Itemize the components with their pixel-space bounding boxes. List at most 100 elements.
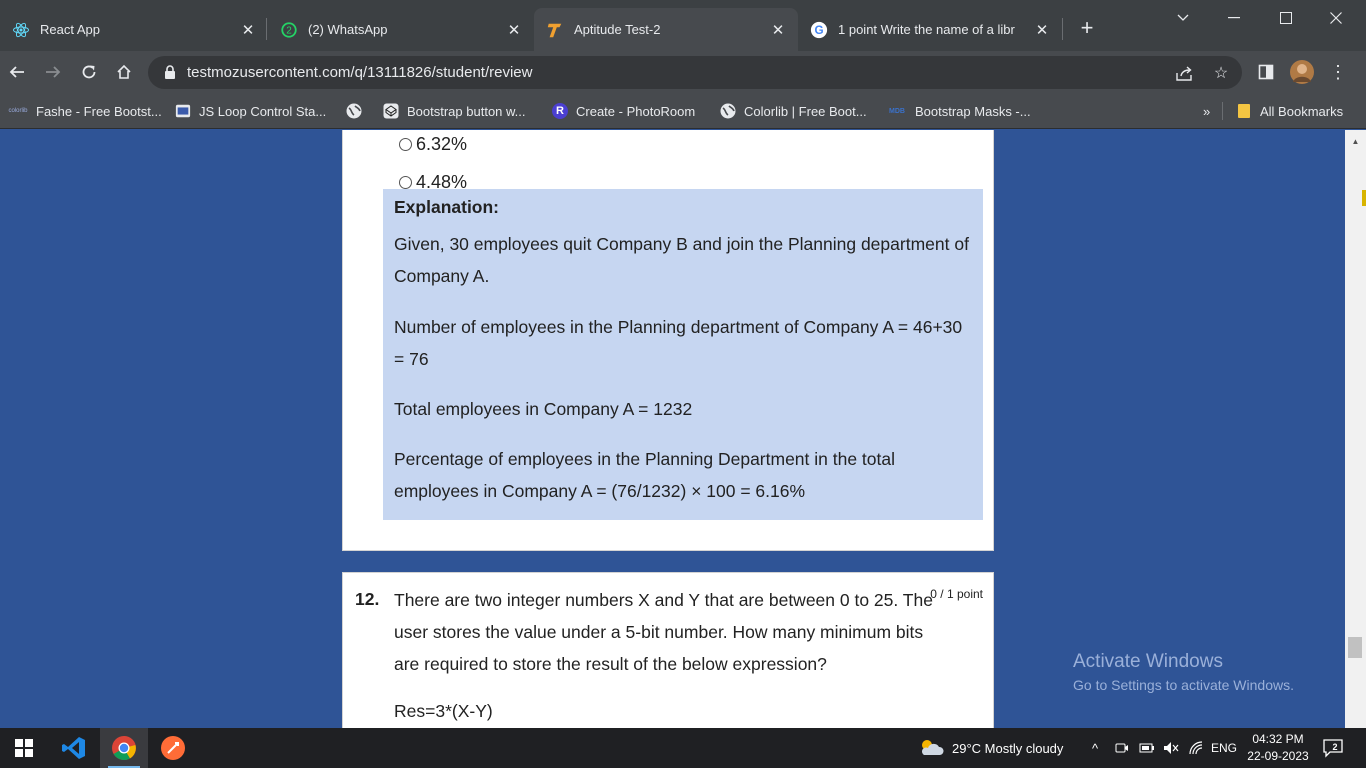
bookmark-fashe[interactable]: colorlib Fashe - Free Bootst...: [8, 102, 162, 120]
tab-whatsapp[interactable]: 2 (2) WhatsApp ✕: [268, 8, 534, 51]
maximize-icon[interactable]: [1266, 4, 1306, 32]
tab-title: (2) WhatsApp: [308, 22, 388, 37]
volume-muted-icon[interactable]: [1163, 728, 1179, 768]
postman-icon[interactable]: [149, 728, 197, 768]
tab-react-app[interactable]: React App ✕: [0, 8, 268, 51]
bookmarks-overflow-button[interactable]: »: [1203, 102, 1210, 120]
explanation-paragraph: Number of employees in the Planning depa…: [394, 317, 963, 369]
all-bookmarks-label: All Bookmarks: [1260, 103, 1344, 119]
activate-windows-title: Activate Windows: [1073, 651, 1223, 672]
chrome-icon[interactable]: [100, 728, 148, 768]
bookmark-label: Colorlib | Free Boot...: [744, 103, 867, 119]
start-button[interactable]: [0, 728, 48, 768]
question-number: 12.: [355, 589, 380, 609]
new-tab-button[interactable]: +: [1075, 15, 1099, 40]
bookmarks-bar: colorlib Fashe - Free Bootst... JS Loop …: [0, 93, 1366, 129]
bookmark-label: JS Loop Control Sta...: [199, 103, 327, 119]
meet-now-icon[interactable]: [1115, 728, 1129, 768]
activate-windows-subtitle: Go to Settings to activate Windows.: [1073, 677, 1294, 693]
bookmark-photoroom[interactable]: R Create - PhotoRoom: [552, 102, 695, 120]
star-icon[interactable]: ☆: [1210, 62, 1232, 84]
share-icon[interactable]: [1174, 62, 1196, 84]
wifi-icon[interactable]: [1188, 728, 1204, 768]
bookmark-label: Bootstrap button w...: [407, 103, 526, 119]
option-label: 6.32%: [416, 134, 468, 154]
explanation-paragraph: Total employees in Company A = 1232: [394, 399, 693, 419]
bookmarks-separator: [1222, 102, 1223, 120]
windows-taskbar: 29°C Mostly cloudy ^ ENG 04:32 PM 22-09-…: [0, 728, 1366, 768]
scroll-thumb[interactable]: [1348, 637, 1362, 658]
bookmark-label: Create - PhotoRoom: [576, 103, 696, 119]
close-icon[interactable]: ✕: [506, 22, 522, 39]
tab-title: Aptitude Test-2: [574, 22, 661, 37]
profile-avatar[interactable]: [1289, 59, 1315, 85]
weather-widget[interactable]: 29°C Mostly cloudy: [918, 728, 1063, 768]
bookmark-bootstrap-button[interactable]: Bootstrap button w...: [383, 102, 526, 120]
battery-icon[interactable]: [1139, 728, 1155, 768]
reload-icon[interactable]: [76, 59, 102, 85]
tab-strip: React App ✕ 2 (2) WhatsApp ✕ Aptitude Te…: [0, 0, 1366, 51]
radio-button[interactable]: [399, 176, 412, 189]
bookmark-label: Bootstrap Masks -...: [915, 103, 1031, 119]
vertical-scrollbar[interactable]: ▲: [1345, 130, 1366, 728]
explanation-title: Explanation:: [394, 197, 500, 217]
photoroom-icon: R: [552, 103, 568, 119]
close-icon[interactable]: ✕: [770, 22, 786, 39]
window-close-icon[interactable]: [1316, 4, 1356, 32]
question-card-12: 12. There are two integer numbers X and …: [342, 572, 994, 728]
weather-text: 29°C Mostly cloudy: [952, 740, 1064, 756]
svg-text:2: 2: [1332, 742, 1337, 752]
folder-icon: [1236, 103, 1252, 119]
browser-toolbar: testmozusercontent.com/q/13111826/studen…: [0, 51, 1366, 93]
bookmark-globe[interactable]: [346, 102, 370, 120]
tab-separator: [266, 18, 267, 40]
question-card-11: 6.32% 4.48% Explanation: Given, 30 emplo…: [342, 130, 994, 551]
menu-icon[interactable]: ⋮: [1325, 59, 1351, 85]
side-panel-icon[interactable]: [1253, 59, 1279, 85]
vscode-icon[interactable]: [50, 728, 98, 768]
bookmark-label: Fashe - Free Bootst...: [36, 103, 162, 119]
globe-icon: [720, 103, 736, 119]
svg-text:G: G: [814, 24, 823, 37]
tab-google-form[interactable]: G 1 point Write the name of a libr ✕: [798, 8, 1062, 51]
forward-icon[interactable]: [40, 59, 66, 85]
close-icon[interactable]: ✕: [240, 22, 256, 39]
minimize-icon[interactable]: [1214, 4, 1254, 32]
svg-text:2: 2: [286, 25, 292, 36]
language-indicator[interactable]: ENG: [1211, 728, 1237, 768]
address-bar[interactable]: testmozusercontent.com/q/13111826/studen…: [148, 56, 1242, 89]
scroll-marker: [1362, 190, 1366, 206]
tab-search-icon[interactable]: [1163, 4, 1203, 32]
page-content: 6.32% 4.48% Explanation: Given, 30 emplo…: [0, 130, 1345, 728]
question-points: 0 / 1 point: [930, 587, 983, 601]
scroll-up-arrow-icon[interactable]: ▲: [1345, 134, 1366, 148]
answer-option[interactable]: 6.32%: [399, 134, 467, 155]
cloud-icon: [918, 738, 944, 759]
question-text: There are two integer numbers X and Y th…: [394, 590, 933, 674]
question-expression: Res=3*(X-Y): [394, 701, 493, 721]
all-bookmarks-button[interactable]: All Bookmarks: [1236, 102, 1343, 120]
close-icon[interactable]: ✕: [1034, 22, 1050, 39]
back-icon[interactable]: [4, 59, 30, 85]
explanation-box: Explanation: Given, 30 employees quit Co…: [383, 189, 983, 520]
notification-center-icon[interactable]: 2: [1322, 728, 1344, 768]
globe-icon: [346, 103, 362, 119]
bookmark-bootstrap-masks[interactable]: MDB Bootstrap Masks -...: [887, 102, 1031, 120]
home-icon[interactable]: [111, 59, 137, 85]
radio-button[interactable]: [399, 138, 412, 151]
react-icon: [12, 21, 30, 39]
mdb-icon: MDB: [889, 107, 905, 115]
tab-aptitude-test[interactable]: Aptitude Test-2 ✕: [534, 8, 798, 51]
tab-title: React App: [40, 22, 100, 37]
explanation-paragraph: Percentage of employees in the Planning …: [394, 449, 896, 501]
show-hidden-icons-button[interactable]: ^: [1092, 728, 1098, 768]
colorlib-icon: colorlib: [8, 108, 28, 114]
google-icon: G: [810, 21, 828, 39]
taskbar-clock[interactable]: 04:32 PM 22-09-2023: [1238, 731, 1318, 765]
bookmark-colorlib[interactable]: Colorlib | Free Boot...: [720, 102, 867, 120]
url-text[interactable]: testmozusercontent.com/q/13111826/studen…: [187, 64, 532, 81]
bookmark-js-loop[interactable]: JS Loop Control Sta...: [175, 102, 326, 120]
lock-icon[interactable]: [164, 65, 176, 79]
page-icon: [175, 103, 191, 119]
tab-title: 1 point Write the name of a libr: [838, 22, 1015, 37]
